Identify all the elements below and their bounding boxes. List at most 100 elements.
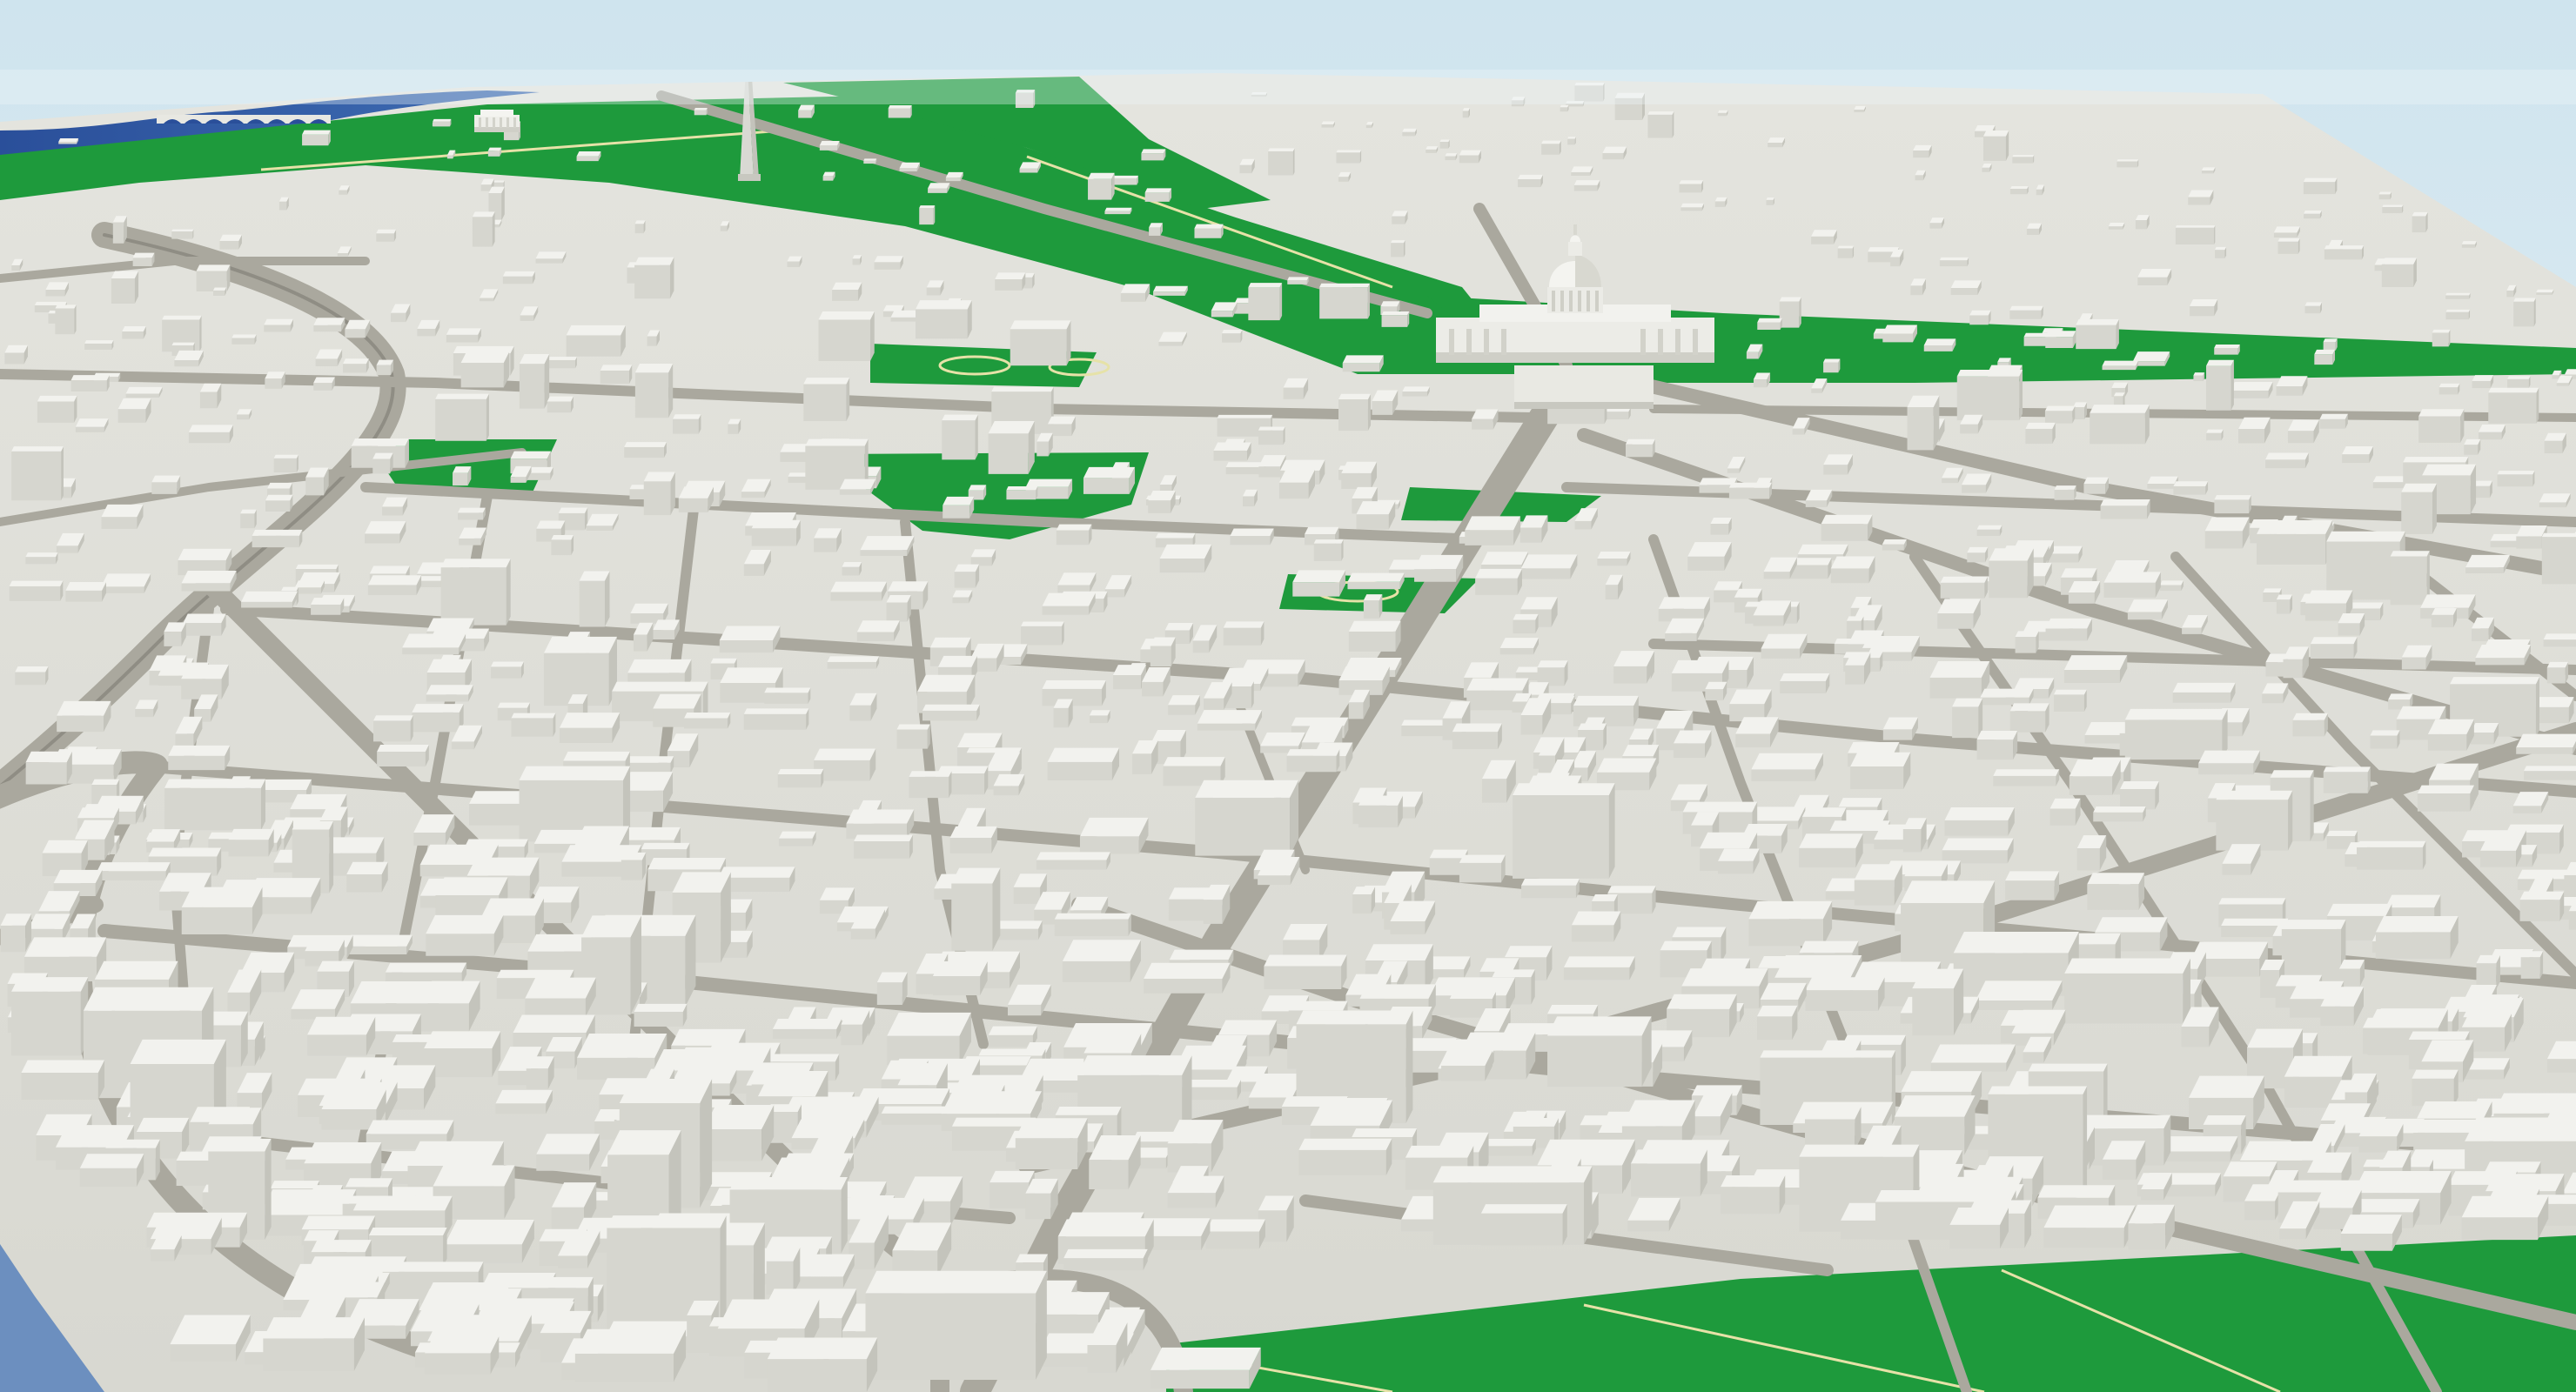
building [970,549,996,566]
building [1854,105,1866,112]
building [719,626,781,653]
building [2342,446,2373,464]
building [576,151,601,162]
building [1264,954,1347,989]
building [1518,174,1543,188]
building [382,497,408,516]
building [1010,320,1071,366]
building [25,751,72,785]
building [1976,525,2002,536]
building [1718,848,1760,874]
building [1242,489,1258,507]
building [694,108,708,116]
building [787,256,802,268]
city-map-scene [0,0,2576,1392]
building [2093,806,2146,822]
building [2005,871,2060,900]
building [728,418,741,434]
building [2310,637,2358,659]
building [2277,238,2300,254]
building [1194,224,1224,238]
building [566,325,626,357]
building [2175,225,2216,245]
building [372,452,393,474]
building [839,478,876,495]
building [1197,710,1263,731]
building [376,359,394,376]
building [819,141,840,151]
building [952,590,973,604]
building [2198,750,2260,775]
building [412,704,464,733]
building [367,575,422,595]
building [945,171,963,182]
building [1949,1208,2009,1249]
building [551,534,574,556]
building [743,708,809,730]
building [2135,215,2150,230]
building [2304,211,2322,219]
building [2412,211,2428,233]
building [1757,318,1782,330]
building [1047,747,1120,781]
building [874,256,903,270]
building [2053,689,2087,712]
building [445,1220,534,1263]
building [1560,104,1569,112]
building [1850,752,1911,789]
building [122,326,146,339]
building [294,580,325,594]
building [1042,592,1096,615]
building [2461,241,2477,248]
building [1625,438,1655,458]
building [2417,785,2474,812]
building [240,509,257,529]
building [1153,285,1188,296]
building [460,351,509,388]
building [0,914,32,953]
building [236,409,252,420]
building [1459,150,1481,164]
building [4,345,28,365]
building [1956,370,2023,421]
building [2470,723,2499,745]
building [1150,1347,1261,1389]
building [58,138,79,144]
building [1573,180,1600,191]
building [511,713,556,737]
building [1159,544,1212,573]
building [45,282,69,297]
building [643,472,675,516]
building [2238,417,2271,444]
building [1942,838,2014,864]
building [822,171,835,181]
building [2427,719,2474,751]
building [1319,283,1371,319]
building [101,573,151,593]
building [1341,461,1378,489]
building [1426,146,1439,153]
building [440,559,511,626]
building [228,828,274,857]
building [1239,158,1255,174]
building [2128,1204,2175,1250]
building [377,745,429,767]
building [1480,1204,1567,1246]
building [1751,753,1823,781]
building [1665,618,1705,641]
building [1278,469,1315,499]
memorial-temple [474,110,520,132]
building [2412,1069,2459,1107]
building [1613,651,1655,684]
building [1513,783,1615,879]
building [1168,695,1200,715]
building [1062,940,1141,982]
building [25,552,58,565]
building [2076,835,2107,871]
building [2304,302,2322,314]
building [634,1003,688,1027]
building [2204,517,2250,549]
building [526,1056,554,1089]
building [1063,1248,1148,1271]
building [2132,351,2170,366]
